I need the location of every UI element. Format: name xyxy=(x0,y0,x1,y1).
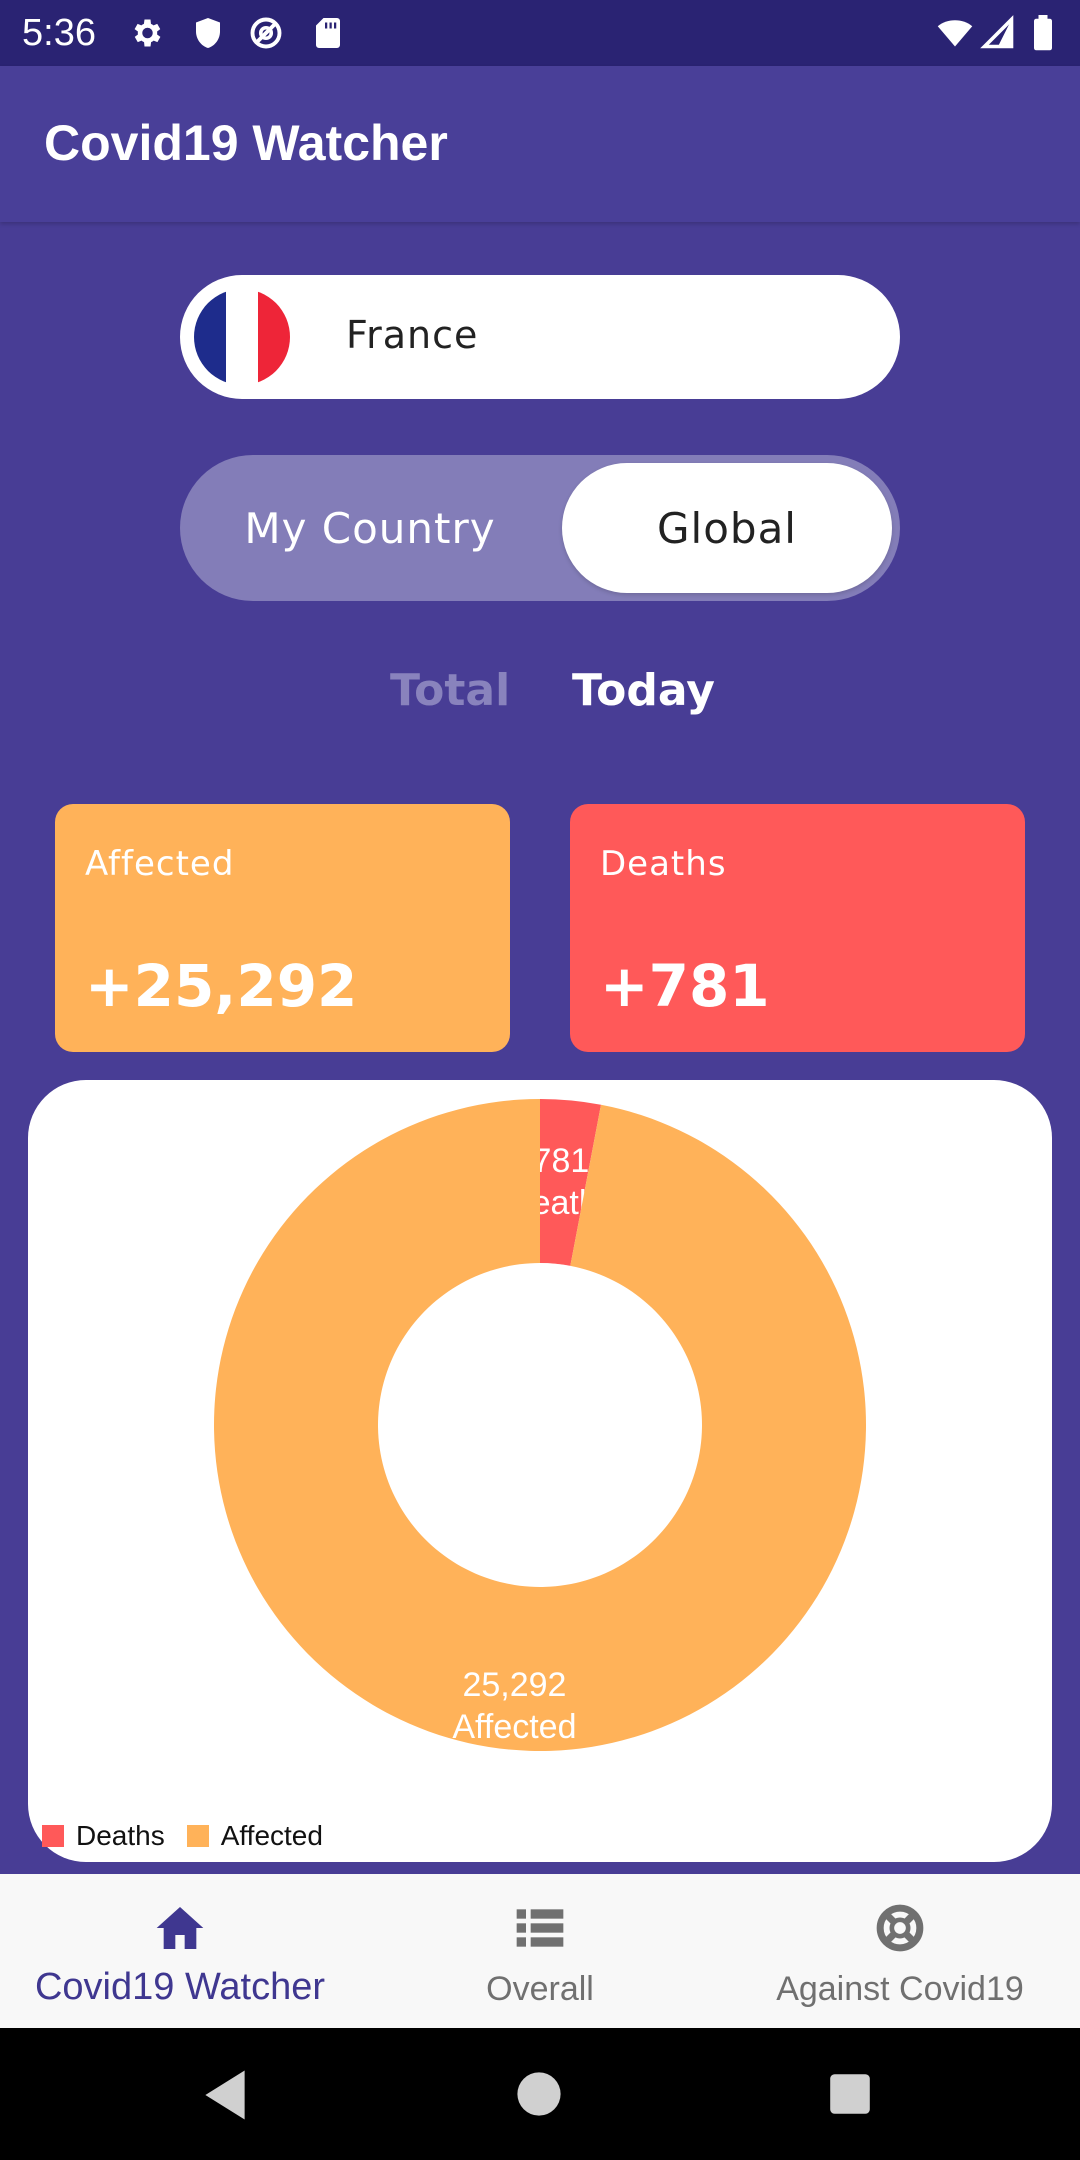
at-sign-icon xyxy=(250,17,282,49)
affected-label: Affected xyxy=(85,844,235,884)
nav-overall[interactable]: Overall xyxy=(360,1874,720,2028)
tab-today[interactable]: Today xyxy=(572,665,715,716)
sd-card-icon xyxy=(316,18,340,48)
app-bar: Covid19 Watcher xyxy=(0,66,1080,222)
home-circle-icon[interactable] xyxy=(515,2070,563,2118)
recents-icon[interactable] xyxy=(828,2072,872,2116)
status-bar: 5:36 xyxy=(0,0,1080,66)
home-icon xyxy=(156,1907,204,1949)
status-time: 5:36 xyxy=(22,12,96,54)
deaths-label: Deaths xyxy=(600,844,727,884)
france-flag-icon xyxy=(194,289,290,385)
nav-covid19-watcher[interactable]: Covid19 Watcher xyxy=(0,1874,360,2028)
tab-total[interactable]: Total xyxy=(390,665,510,716)
lifebuoy-icon xyxy=(876,1904,924,1952)
chart-panel: 781 Deaths 25,292 Affected Deaths Affected xyxy=(28,1080,1052,1862)
legend-swatch xyxy=(186,1825,209,1847)
affected-card: Affected +25,292 xyxy=(55,804,510,1052)
toggle-my-country[interactable]: My Country xyxy=(180,455,560,601)
signal-icon xyxy=(980,15,1014,49)
nav-against-covid19[interactable]: Against Covid19 xyxy=(720,1874,1080,2028)
legend-item-deaths: Deaths xyxy=(42,1820,165,1852)
legend-swatch xyxy=(42,1825,64,1847)
affected-value: +25,292 xyxy=(85,952,358,1020)
nav-label: Overall xyxy=(486,1970,594,2008)
bottom-nav: Covid19 Watcher Overall Against Covid19 xyxy=(0,1874,1080,2028)
deaths-card: Deaths +781 xyxy=(570,804,1025,1052)
legend-label: Affected xyxy=(220,1820,323,1851)
nav-label: Against Covid19 xyxy=(776,1970,1024,2008)
scope-toggle: My Country Global xyxy=(180,455,900,601)
app-title: Covid19 Watcher xyxy=(44,115,448,171)
donut-inner-ring xyxy=(378,1263,702,1587)
country-name: France xyxy=(346,313,479,357)
battery-icon xyxy=(1034,15,1052,51)
toggle-global[interactable]: Global xyxy=(562,463,892,593)
shield-icon xyxy=(196,18,220,48)
deaths-value: +781 xyxy=(600,952,770,1020)
legend-label: Deaths xyxy=(76,1820,165,1851)
pie-slice-affected xyxy=(213,1099,867,1751)
nav-label: Covid19 Watcher xyxy=(34,1966,326,2008)
chart-legend: Deaths Affected xyxy=(42,1820,345,1852)
system-nav-bar xyxy=(0,2028,1080,2160)
back-icon[interactable] xyxy=(200,2068,250,2122)
settings-icon xyxy=(134,19,161,47)
wifi-icon xyxy=(937,20,973,47)
legend-item-affected: Affected xyxy=(186,1820,323,1852)
donut-chart: 781 Deaths25,292 Affected xyxy=(213,1099,867,1751)
list-icon xyxy=(516,1909,564,1947)
country-selector[interactable]: France xyxy=(180,275,900,399)
